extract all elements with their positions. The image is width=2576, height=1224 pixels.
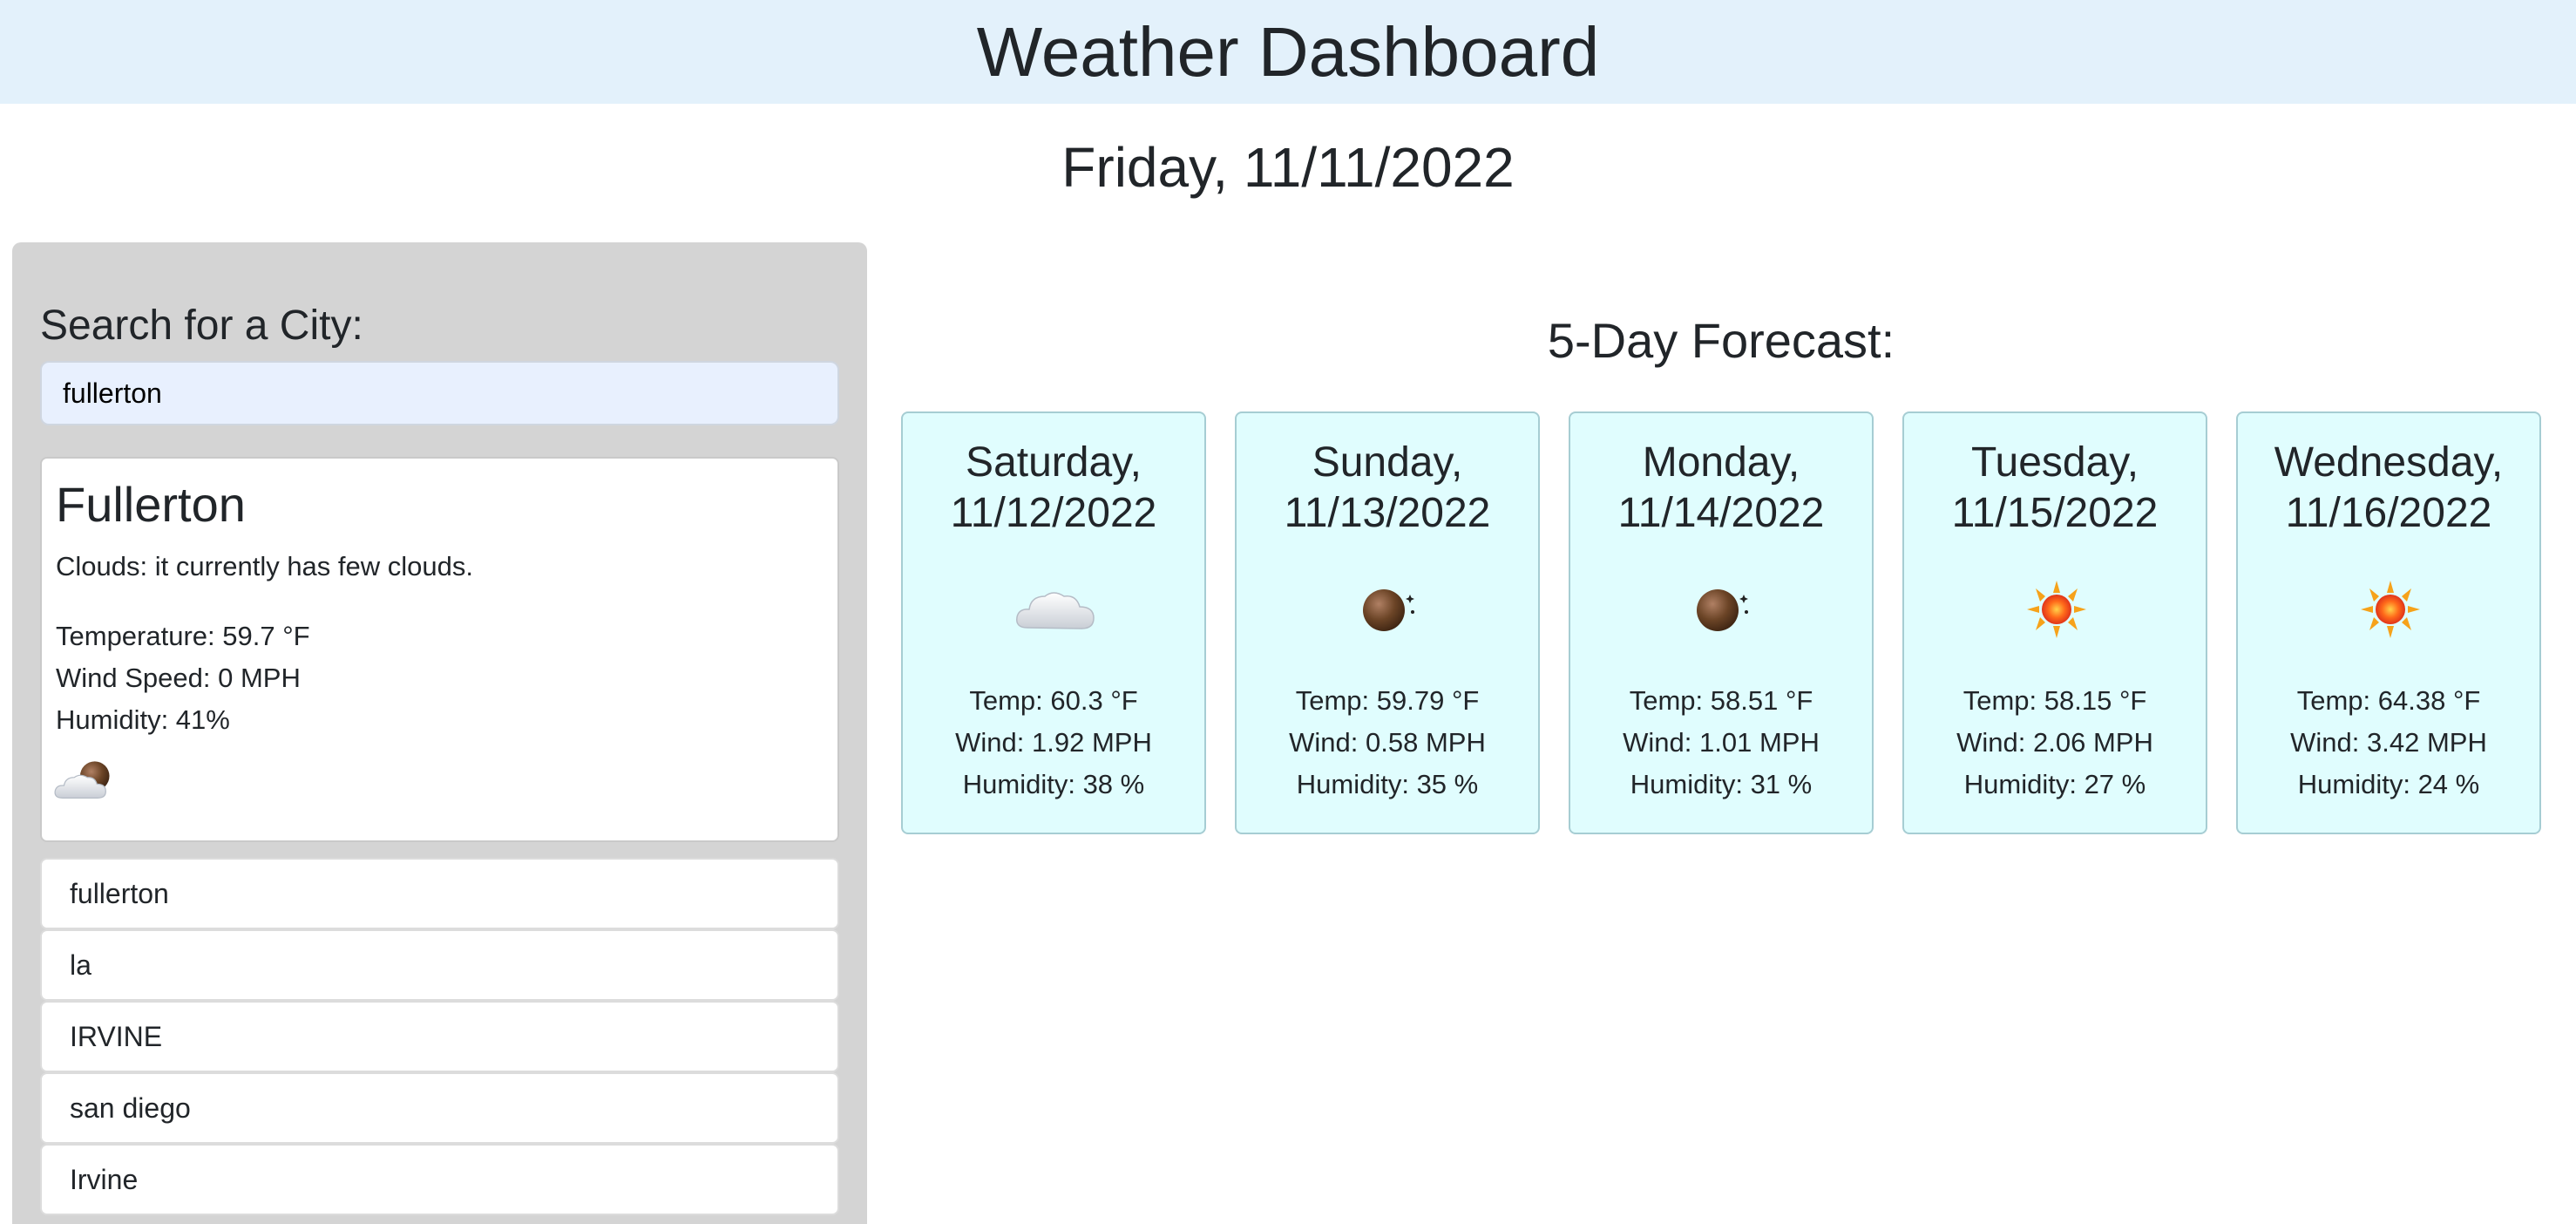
moon-icon [1346, 579, 1433, 640]
history-item-san-diego[interactable]: san diego [40, 1072, 839, 1144]
page-header: Weather Dashboard [0, 0, 2576, 104]
forecast-temp: Temp: 64.38 °F [2296, 685, 2481, 716]
current-temperature: Temperature: 59.7 °F [56, 621, 310, 651]
forecast-humidity: Humidity: 35 % [1296, 769, 1479, 799]
forecast-card-day-1: Saturday, 11/12/2022 Temp: 60.3 °F Wind: … [901, 411, 1206, 834]
moon-icon [1679, 579, 1766, 640]
partly-cloudy-night-icon [52, 755, 125, 807]
cloud-icon [1012, 579, 1099, 640]
current-city-name: Fullerton [56, 477, 246, 532]
forecast-date: Wednesday, 11/16/2022 [2274, 439, 2504, 536]
forecast-wind: Wind: 2.06 MPH [1956, 727, 2153, 758]
forecast-wind: Wind: 1.01 MPH [1623, 727, 1820, 758]
forecast-temp: Temp: 58.51 °F [1629, 685, 1813, 716]
forecast-date: Monday, 11/14/2022 [1617, 439, 1825, 536]
current-humidity: Humidity: 41% [56, 704, 230, 735]
forecast-humidity: Humidity: 24 % [2297, 769, 2480, 799]
search-sidebar: Search for a City: Fullerton Clouds: it … [12, 242, 867, 1224]
forecast-wind: Wind: 3.42 MPH [2290, 727, 2487, 758]
forecast-date: Sunday, 11/13/2022 [1284, 439, 1491, 536]
forecast-humidity: Humidity: 31 % [1630, 769, 1813, 799]
city-search-input[interactable] [40, 361, 839, 425]
forecast-temp: Temp: 60.3 °F [969, 685, 1138, 716]
current-weather-card: Fullerton Clouds: it currently has few c… [40, 457, 839, 842]
forecast-card-day-5: Wednesday, 11/16/2022 Temp: 64.38 °F Wind… [2236, 411, 2541, 834]
forecast-humidity: Humidity: 27 % [1963, 769, 2146, 799]
forecast-humidity: Humidity: 38 % [962, 769, 1145, 799]
sun-icon [2347, 579, 2434, 640]
forecast-date: Tuesday, 11/15/2022 [1951, 439, 2159, 536]
history-item-la[interactable]: la [40, 929, 839, 1001]
sun-icon [2013, 579, 2100, 640]
search-heading: Search for a City: [40, 303, 363, 349]
forecast-heading: 5-Day Forecast: [1547, 313, 1895, 368]
history-item-irvine[interactable]: Irvine [40, 1144, 839, 1215]
history-item-fullerton[interactable]: fullerton [40, 858, 839, 929]
current-wind-speed: Wind Speed: 0 MPH [56, 663, 301, 693]
forecast-date: Saturday, 11/12/2022 [950, 439, 1157, 536]
forecast-card-day-2: Sunday, 11/13/2022 Temp: 59.79 °F Wind: 0… [1235, 411, 1540, 834]
forecast-wind: Wind: 1.92 MPH [955, 727, 1152, 758]
forecast-card-day-3: Monday, 11/14/2022 Temp: 58.51 °F Wind: 1… [1569, 411, 1874, 834]
forecast-wind: Wind: 0.58 MPH [1289, 727, 1486, 758]
page-title: Weather Dashboard [976, 13, 1600, 91]
forecast-temp: Temp: 59.79 °F [1295, 685, 1480, 716]
current-description: Clouds: it currently has few clouds. [56, 551, 473, 581]
history-item-irvine-upper[interactable]: IRVINE [40, 1001, 839, 1072]
forecast-temp: Temp: 58.15 °F [1963, 685, 2147, 716]
current-date: Friday, 11/11/2022 [1061, 136, 1515, 199]
forecast-card-day-4: Tuesday, 11/15/2022 Temp: 58.15 °F Wind: … [1902, 411, 2207, 834]
